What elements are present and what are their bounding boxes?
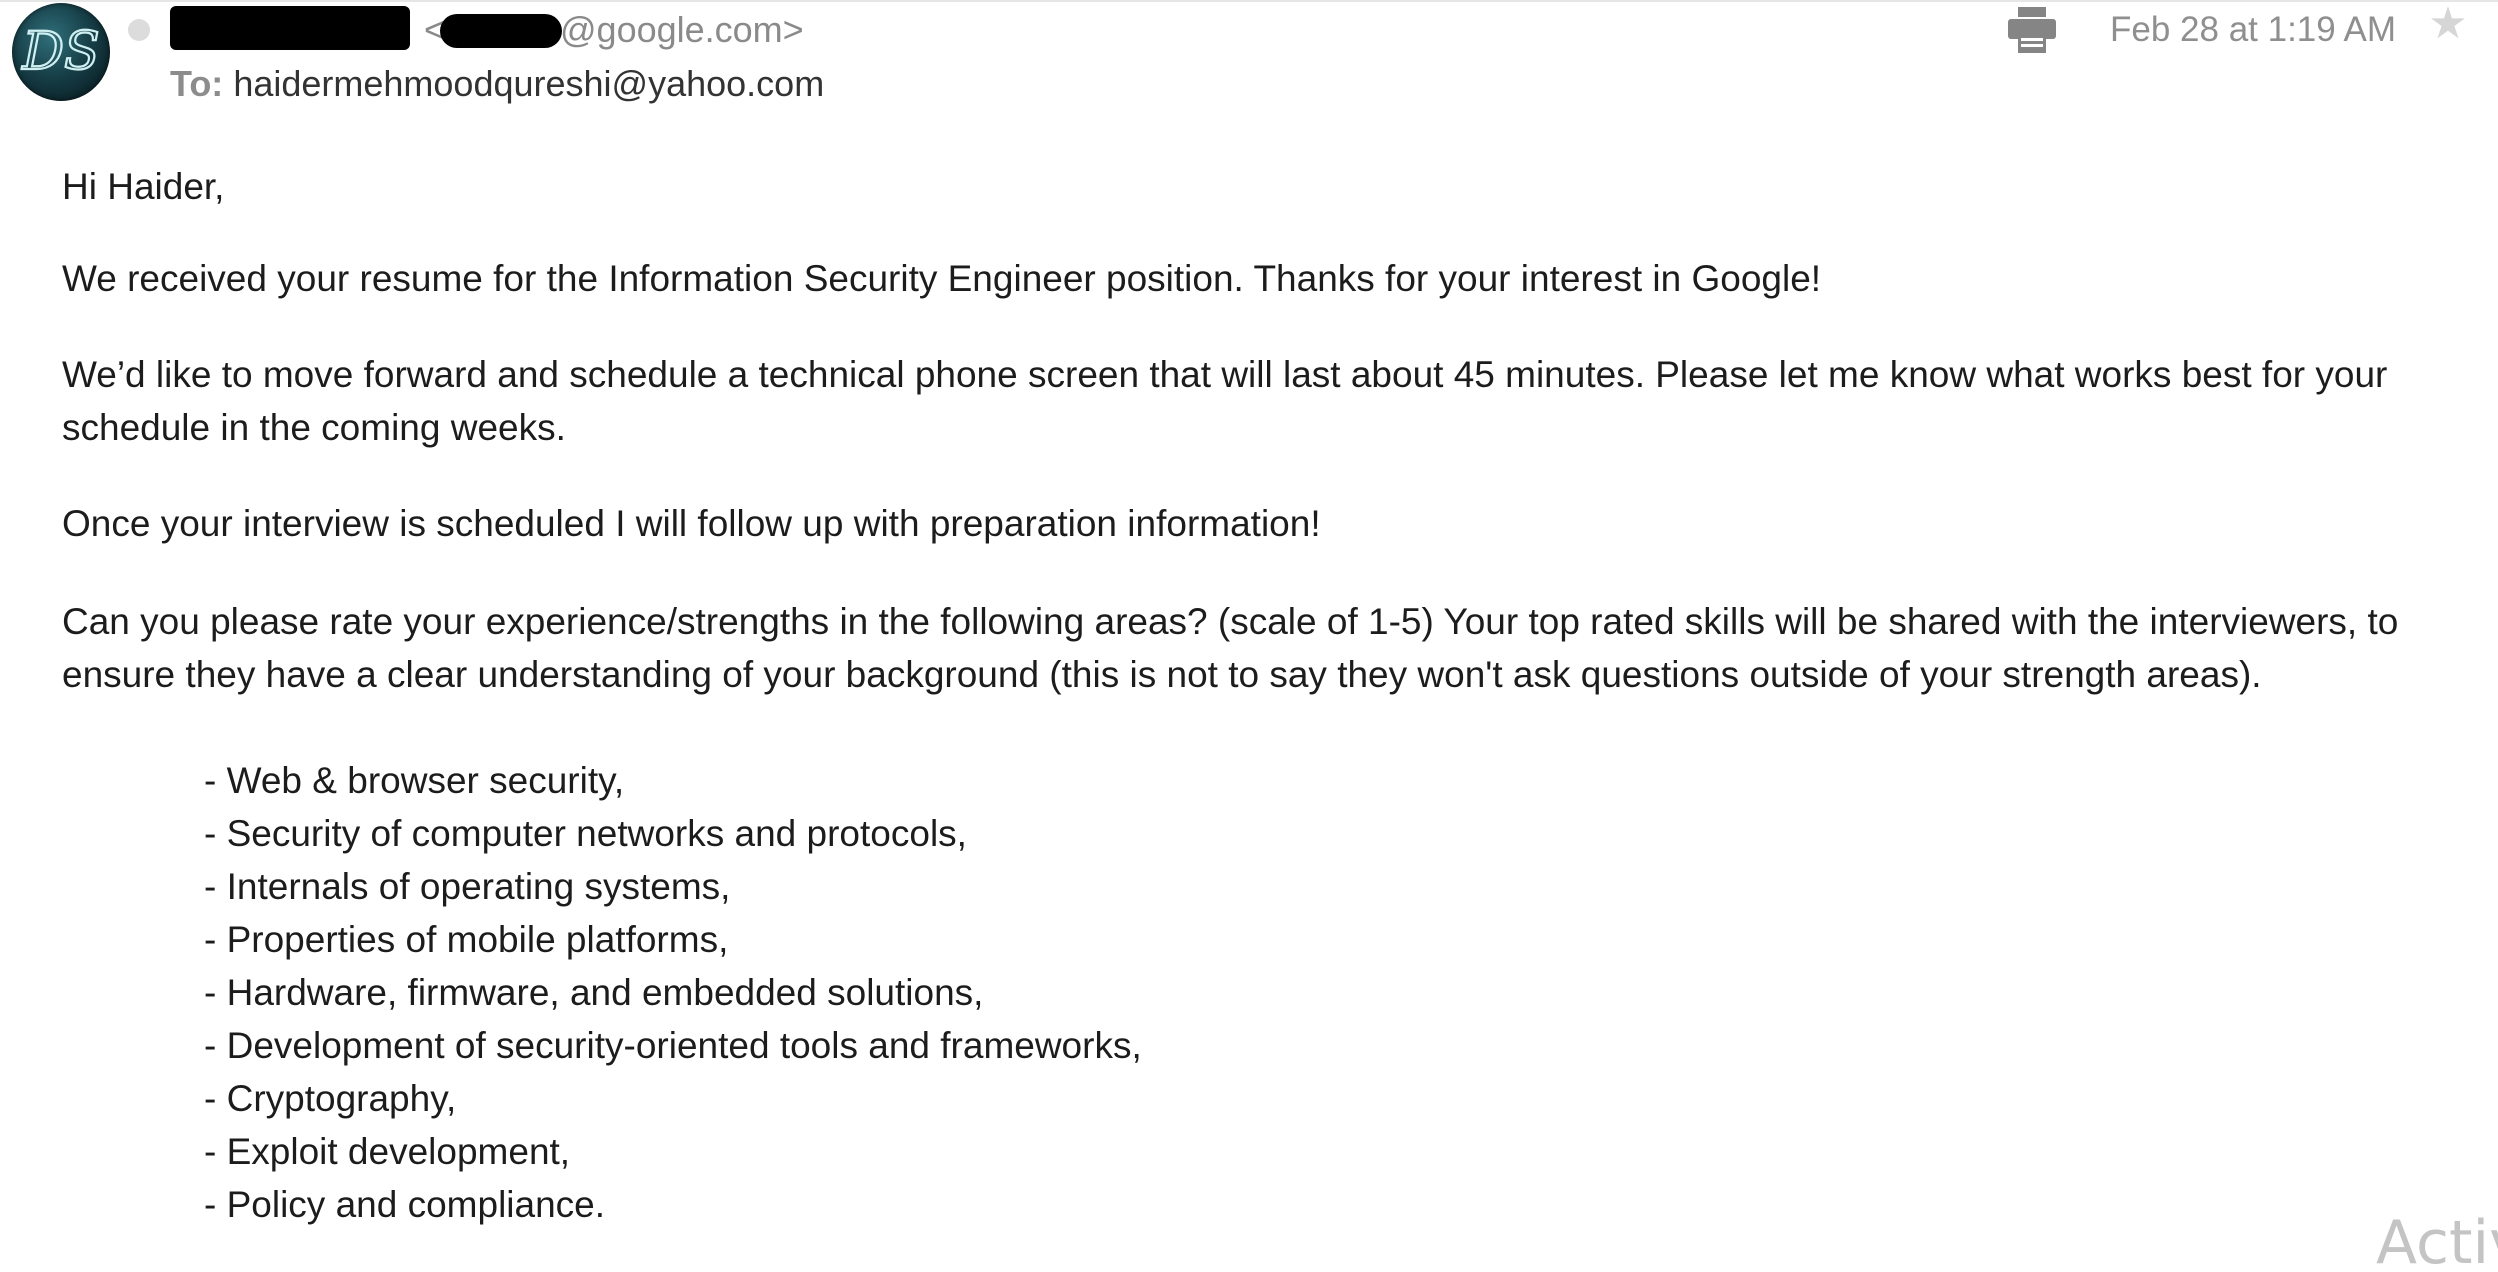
skills-list: - Web & browser security, - Security of … xyxy=(204,754,1142,1231)
list-item: - Development of security-oriented tools… xyxy=(204,1025,1142,1066)
list-item: - Policy and compliance. xyxy=(204,1184,606,1225)
list-item: - Security of computer networks and prot… xyxy=(204,813,967,854)
message-date: Feb 28 at 1:19 AM xyxy=(2110,10,2397,49)
list-item: - Properties of mobile platforms, xyxy=(204,919,729,960)
paragraph-1: We received your resume for the Informat… xyxy=(62,258,1822,299)
paragraph-4: Can you please rate your experience/stre… xyxy=(62,601,2399,695)
activation-watermark: Activ xyxy=(2376,1208,2498,1272)
avatar-initials: DS xyxy=(21,22,99,82)
sender-avatar[interactable]: DS xyxy=(12,3,110,101)
top-divider xyxy=(0,0,2498,2)
sender-email-domain[interactable]: @google.com> xyxy=(560,8,804,52)
greeting: Hi Haider, xyxy=(62,166,225,207)
list-item: - Cryptography, xyxy=(204,1078,457,1119)
list-item: - Exploit development, xyxy=(204,1131,571,1172)
redacted-sender-user xyxy=(440,14,562,48)
recipient-line: To: haidermehmoodqureshi@yahoo.com xyxy=(170,62,824,106)
redacted-sender-name xyxy=(170,6,410,50)
star-icon[interactable]: ★ xyxy=(2426,2,2470,46)
presence-dot xyxy=(128,19,150,41)
paragraph-2: We’d like to move forward and schedule a… xyxy=(62,354,2388,448)
to-label: To: xyxy=(170,63,224,104)
list-item: - Internals of operating systems, xyxy=(204,866,731,907)
list-item: - Hardware, firmware, and embedded solut… xyxy=(204,972,984,1013)
paragraph-3: Once your interview is scheduled I will … xyxy=(62,503,1321,544)
list-item: - Web & browser security, xyxy=(204,760,625,801)
recipient-address[interactable]: haidermehmoodqureshi@yahoo.com xyxy=(233,63,824,104)
avatar-glyph: DS xyxy=(20,21,101,83)
printer-icon[interactable] xyxy=(2006,5,2058,55)
